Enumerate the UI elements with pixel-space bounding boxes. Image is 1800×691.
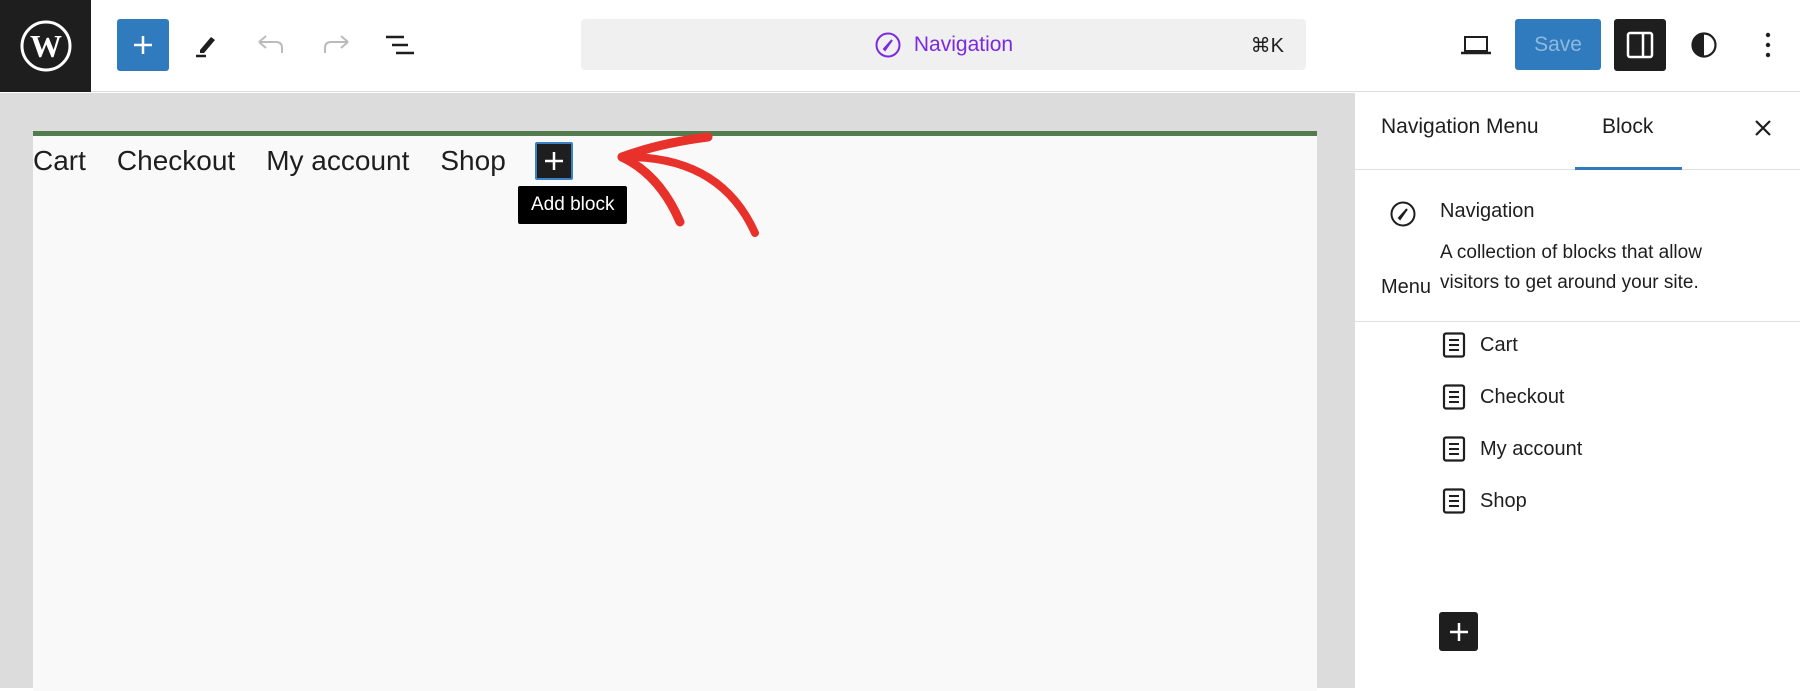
nav-item-my-account[interactable]: My account <box>266 143 409 179</box>
command-bar[interactable]: Navigation ⌘K <box>581 19 1306 70</box>
contrast-icon <box>1691 32 1717 58</box>
nav-item-shop[interactable]: Shop <box>440 143 505 179</box>
command-bar-label: Navigation <box>913 32 1014 56</box>
redo-icon <box>324 35 349 53</box>
nav-item-cart[interactable]: Cart <box>33 143 86 179</box>
page-icon <box>1442 384 1466 410</box>
red-arrow-annotation <box>617 132 759 237</box>
menu-item[interactable]: Checkout <box>1442 371 1582 423</box>
add-block-button[interactable] <box>534 142 573 180</box>
save-button[interactable]: Save <box>1515 19 1601 70</box>
laptop-icon <box>1461 36 1491 55</box>
styles-button[interactable] <box>1678 19 1730 71</box>
page-icon <box>1442 436 1466 462</box>
settings-sidebar-toggle[interactable] <box>1614 19 1666 71</box>
options-button[interactable] <box>1742 19 1794 71</box>
page-icon <box>1442 332 1466 358</box>
compass-icon <box>875 32 901 57</box>
tab-block[interactable]: Block <box>1602 115 1653 139</box>
block-card-title: Navigation <box>1440 200 1535 222</box>
menu-heading: Menu <box>1381 276 1432 298</box>
undo-button[interactable] <box>245 19 297 71</box>
navigation-block[interactable]: Cart Checkout My account Shop <box>33 142 573 180</box>
menu-item-label: Checkout <box>1480 385 1565 408</box>
tools-button[interactable] <box>180 19 232 71</box>
redo-button[interactable] <box>310 19 362 71</box>
close-sidebar-button[interactable] <box>1748 113 1778 143</box>
menu-item[interactable]: My account <box>1442 423 1582 475</box>
menu-item[interactable]: Shop <box>1442 475 1582 527</box>
svg-text:W: W <box>30 28 62 64</box>
plus-icon <box>134 36 152 54</box>
sidebar-icon <box>1626 31 1654 59</box>
menu-item-label: Shop <box>1480 489 1527 512</box>
menu-item[interactable]: Cart <box>1442 319 1582 371</box>
menu-item-label: My account <box>1480 437 1583 460</box>
list-view-icon <box>386 35 414 55</box>
block-card: Navigation A collection of blocks that a… <box>1355 170 1800 322</box>
tab-navigation-menu[interactable]: Navigation Menu <box>1381 115 1539 139</box>
sidebar-tabs: Navigation Menu Block <box>1355 93 1800 170</box>
list-view-button[interactable] <box>374 19 426 71</box>
wordpress-logo-icon[interactable]: W <box>0 0 91 92</box>
nav-item-checkout[interactable]: Checkout <box>117 143 235 179</box>
undo-icon <box>258 35 283 53</box>
editor-header: W Navigation ⌘K Save <box>0 0 1800 92</box>
page-icon <box>1442 488 1466 514</box>
block-card-description: A collection of blocks that allow visito… <box>1440 242 1702 293</box>
menu-item-label: Cart <box>1480 333 1518 356</box>
preview-button[interactable] <box>1450 19 1502 71</box>
close-icon <box>1755 120 1771 136</box>
command-shortcut: ⌘K <box>1250 35 1284 57</box>
menu-list: Cart Checkout My account Shop <box>1442 319 1582 527</box>
compass-icon <box>1390 201 1416 227</box>
more-vertical-icon <box>1765 32 1771 58</box>
settings-sidebar: Navigation Menu Block Navigation A colle… <box>1354 93 1800 688</box>
plus-icon <box>544 152 563 170</box>
plus-icon <box>1449 622 1468 641</box>
add-menu-item-button[interactable] <box>1439 612 1478 651</box>
block-inserter-button[interactable] <box>117 19 169 71</box>
pencil-icon <box>196 37 215 58</box>
